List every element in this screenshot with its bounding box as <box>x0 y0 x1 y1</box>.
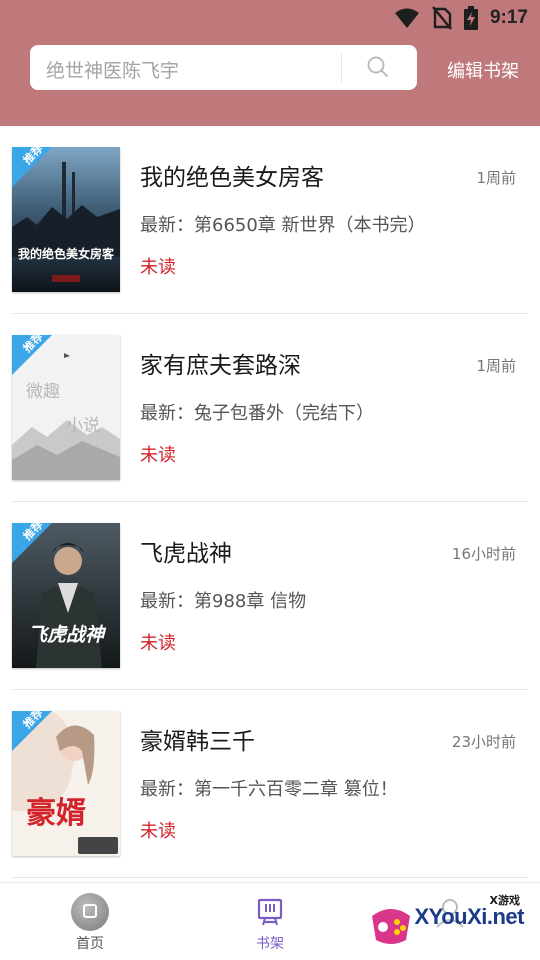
book-item[interactable]: 豪婿 推荐 豪婿韩三千 23小时前 最新：第一千六百零二章 篡位！ 未读 <box>0 690 540 878</box>
watermark-logo: X游戏 XYouXi.net <box>366 886 536 956</box>
search-icon[interactable] <box>366 55 390 79</box>
cover-text-b: 小说 <box>66 416 100 436</box>
header-bar: 9:17 绝世神医陈飞宇 编辑书架 <box>0 0 540 126</box>
book-title: 家有庶夫套路深 <box>140 353 301 379</box>
bottom-nav: 首页 书架 X游戏 XYouXi.net <box>0 882 540 960</box>
edit-shelf-button[interactable]: 编辑书架 <box>447 57 519 83</box>
book-title: 豪婿韩三千 <box>140 729 255 755</box>
battery-charging-icon <box>463 6 478 30</box>
book-cover[interactable]: 飞虎战神 推荐 <box>12 523 120 668</box>
latest-chapter: 最新：第988章 信物 <box>140 591 307 612</box>
status-time: 9:17 <box>489 7 528 28</box>
recommend-tag: 推荐 <box>12 711 52 751</box>
nav-bookshelf-label: 书架 <box>256 936 284 952</box>
cover-title: 飞虎战神 <box>28 624 107 646</box>
nav-bookshelf[interactable]: 书架 <box>230 893 310 953</box>
recommend-tag: 推荐 <box>12 523 52 563</box>
update-time: 23小时前 <box>451 733 516 751</box>
update-time: 16小时前 <box>451 545 516 563</box>
unread-status: 未读 <box>140 257 176 278</box>
update-time: 1周前 <box>476 357 516 375</box>
wifi-icon <box>394 7 420 29</box>
unread-status: 未读 <box>140 633 176 654</box>
bookshelf-icon <box>251 893 289 931</box>
latest-chapter: 最新：第6650章 新世界（本书完） <box>140 215 426 236</box>
unread-status: 未读 <box>140 445 176 466</box>
unread-status: 未读 <box>140 821 176 842</box>
latest-chapter: 最新：兔子包番外（完结下） <box>140 403 374 424</box>
gamepad-icon <box>372 909 410 944</box>
update-time: 1周前 <box>476 169 516 187</box>
recommend-tag: 推荐 <box>12 147 52 187</box>
divider <box>12 877 528 878</box>
book-cover[interactable]: 微趣 小说 推荐 <box>12 335 120 480</box>
search-input[interactable]: 绝世神医陈飞宇 <box>30 45 417 90</box>
book-item[interactable]: 飞虎战神 推荐 飞虎战神 16小时前 最新：第988章 信物 未读 <box>0 502 540 690</box>
book-title: 我的绝色美女房客 <box>140 165 324 191</box>
recommend-tag: 推荐 <box>12 335 52 375</box>
book-title: 飞虎战神 <box>140 541 232 567</box>
status-bar: 9:17 <box>0 0 540 36</box>
no-sim-icon <box>432 6 452 30</box>
book-item[interactable]: 我的绝色美女房客 推荐 我的绝色美女房客 1周前 最新：第6650章 新世界（本… <box>0 126 540 314</box>
book-cover[interactable]: 豪婿 推荐 <box>12 711 120 856</box>
cover-title: 我的绝色美女房客 <box>18 246 115 261</box>
watermark-text: XYouXi.net <box>414 904 525 929</box>
latest-chapter: 最新：第一千六百零二章 篡位！ <box>140 779 398 800</box>
book-cover[interactable]: 我的绝色美女房客 推荐 <box>12 147 120 292</box>
bookshelf-list: 我的绝色美女房客 推荐 我的绝色美女房客 1周前 最新：第6650章 新世界（本… <box>0 126 540 878</box>
nav-home[interactable]: 首页 <box>50 893 130 953</box>
book-item[interactable]: 微趣 小说 推荐 家有庶夫套路深 1周前 最新：兔子包番外（完结下） 未读 <box>0 314 540 502</box>
search-text: 绝世神医陈飞宇 <box>46 60 180 82</box>
nav-home-label: 首页 <box>76 936 104 952</box>
cover-title: 豪婿 <box>26 796 86 831</box>
cover-text-a: 微趣 <box>26 382 60 402</box>
home-icon <box>71 893 109 931</box>
search-divider <box>341 54 342 82</box>
